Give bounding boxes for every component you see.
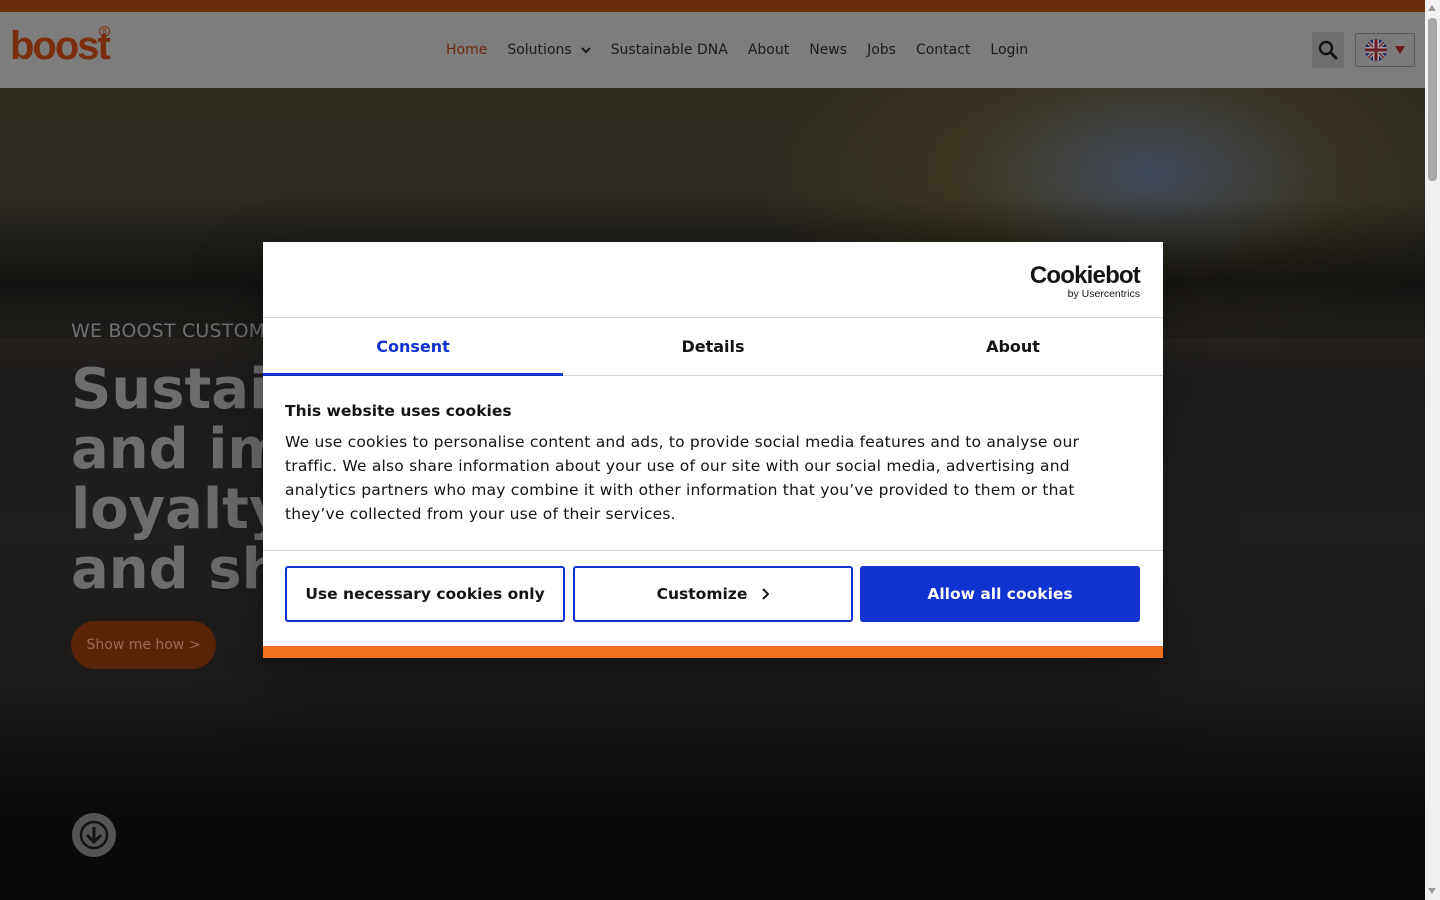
scroll-up-arrow-icon[interactable]: [1428, 5, 1436, 11]
main-nav: Home Solutions Sustainable DNA About New…: [446, 12, 1048, 88]
nav-item-solutions-label: Solutions: [507, 42, 572, 58]
description-line: analytics partners who may combine it wi…: [285, 481, 1075, 499]
show-me-how-button[interactable]: Show me how >: [71, 621, 216, 669]
language-selector[interactable]: [1355, 33, 1415, 67]
site-header: boost R Home Solutions Sustainable DNA A…: [0, 12, 1425, 88]
allow-all-cookies-button[interactable]: Allow all cookies: [860, 566, 1140, 622]
nav-item-contact[interactable]: Contact: [916, 42, 970, 58]
hero-title-line: Sustai: [71, 357, 269, 422]
dialog-description: We use cookies to personalise content an…: [285, 430, 1145, 526]
description-line: traffic. We also share information about…: [285, 457, 1070, 475]
cookiebot-logo[interactable]: Cookiebot by Usercentrics: [1029, 262, 1141, 301]
nav-item-about[interactable]: About: [748, 42, 789, 58]
caret-down-icon: [1395, 46, 1405, 54]
tab-details[interactable]: Details: [563, 318, 863, 375]
customize-button-label: Customize: [656, 585, 748, 603]
dialog-header: Cookiebot by Usercentrics: [263, 242, 1163, 318]
nav-item-solutions[interactable]: Solutions: [507, 42, 591, 58]
arrow-down-icon: [79, 820, 109, 850]
dialog-tabs: Consent Details About: [263, 318, 1163, 376]
tab-consent[interactable]: Consent: [263, 318, 563, 376]
boost-logo[interactable]: boost: [10, 26, 111, 66]
hero-title-line: and im: [71, 417, 286, 482]
scrollbar-thumb[interactable]: [1428, 18, 1437, 181]
cookiebot-brand-sub: by Usercentrics: [1067, 288, 1140, 300]
use-necessary-cookies-button[interactable]: Use necessary cookies only: [285, 566, 565, 622]
hero-title-line: and sh: [71, 537, 282, 602]
chevron-down-icon: [580, 47, 591, 54]
dialog-body: This website uses cookies We use cookies…: [285, 402, 1145, 526]
hero-title-line: loyalty: [71, 477, 286, 542]
cookie-consent-dialog: Cookiebot by Usercentrics Consent Detail…: [263, 242, 1163, 658]
customize-button[interactable]: Customize: [573, 566, 853, 622]
chevron-right-icon: [762, 588, 770, 600]
top-accent-bar: [0, 0, 1425, 12]
dialog-title: This website uses cookies: [285, 402, 512, 420]
nav-item-home[interactable]: Home: [446, 42, 487, 58]
registered-mark-icon: R: [99, 26, 110, 37]
description-line: We use cookies to personalise content an…: [285, 433, 1080, 451]
nav-item-jobs[interactable]: Jobs: [867, 42, 896, 58]
hero-eyebrow: WE BOOST CUSTOM: [71, 320, 266, 342]
scroll-down-arrow-icon[interactable]: [1428, 888, 1436, 894]
hero-title: Sustai and im loyalty and sh: [71, 360, 286, 600]
search-button[interactable]: [1312, 32, 1344, 68]
cookiebot-brand-name: Cookiebot: [1029, 262, 1141, 289]
page-scrollbar[interactable]: [1425, 0, 1440, 900]
hero-background-trees: [0, 688, 1425, 900]
description-line: they’ve collected from your use of their…: [285, 505, 676, 523]
nav-item-news[interactable]: News: [809, 42, 847, 58]
uk-flag-icon: [1365, 39, 1387, 61]
search-icon: [1318, 40, 1338, 60]
nav-item-sustainable-dna[interactable]: Sustainable DNA: [611, 42, 728, 58]
dialog-accent-bar: [263, 646, 1163, 658]
tab-about[interactable]: About: [863, 318, 1163, 375]
nav-item-login[interactable]: Login: [990, 42, 1028, 58]
scroll-down-button[interactable]: [72, 813, 116, 857]
dialog-footer: Use necessary cookies only Customize All…: [263, 550, 1163, 646]
